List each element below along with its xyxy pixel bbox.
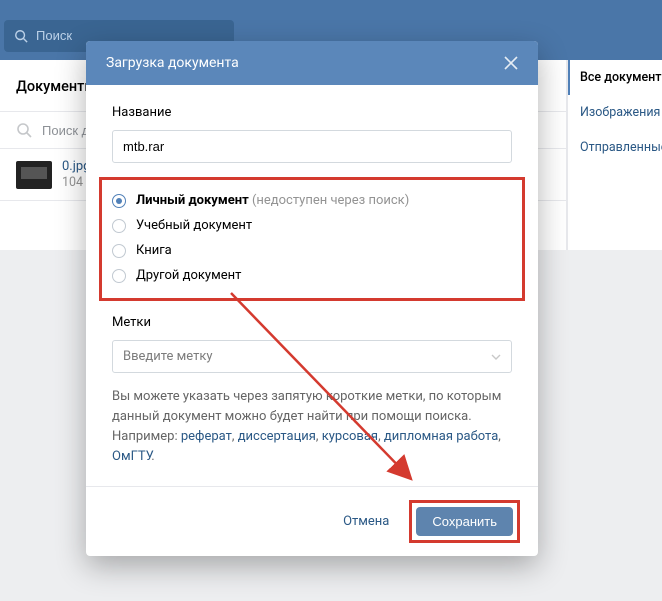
save-highlight: Сохранить [409, 500, 520, 543]
name-input[interactable] [112, 130, 512, 163]
tags-select[interactable]: Введите метку [112, 340, 512, 373]
radio-label: Книга [136, 243, 172, 258]
modal-title: Загрузка документа [106, 55, 239, 71]
cancel-button[interactable]: Отмена [337, 507, 395, 536]
radio-book[interactable]: Книга [112, 238, 512, 263]
radio-label: Учебный документ [136, 218, 252, 233]
radio-label: Личный документ (недоступен через поиск) [136, 193, 409, 208]
doc-type-group: Личный документ (недоступен через поиск)… [99, 177, 525, 301]
tags-help: Вы можете указать через запятую короткие… [112, 387, 512, 468]
radio-personal[interactable]: Личный документ (недоступен через поиск) [112, 188, 512, 213]
radio-other[interactable]: Другой документ [112, 263, 512, 288]
chevron-down-icon [491, 352, 501, 362]
radio-label: Другой документ [136, 268, 241, 283]
tags-placeholder: Введите метку [123, 349, 213, 364]
radio-icon [112, 269, 126, 283]
modal-header: Загрузка документа [86, 41, 538, 85]
tags-label: Метки [112, 315, 512, 330]
name-label: Название [112, 105, 512, 120]
tag-link[interactable]: ОмГТУ [112, 449, 151, 464]
radio-icon [112, 244, 126, 258]
tag-link[interactable]: дипломная работа [384, 429, 498, 444]
radio-educational[interactable]: Учебный документ [112, 213, 512, 238]
tag-link[interactable]: реферат [181, 429, 232, 444]
upload-modal: Загрузка документа Название Личный докум… [86, 41, 538, 556]
modal-backdrop: Загрузка документа Название Личный докум… [0, 0, 662, 601]
tag-link[interactable]: диссертация [238, 429, 316, 444]
radio-icon [112, 219, 126, 233]
save-button[interactable]: Сохранить [416, 507, 513, 536]
tag-link[interactable]: курсовая [322, 429, 378, 444]
modal-footer: Отмена Сохранить [86, 486, 538, 556]
close-icon[interactable] [504, 56, 518, 70]
radio-icon [112, 194, 126, 208]
